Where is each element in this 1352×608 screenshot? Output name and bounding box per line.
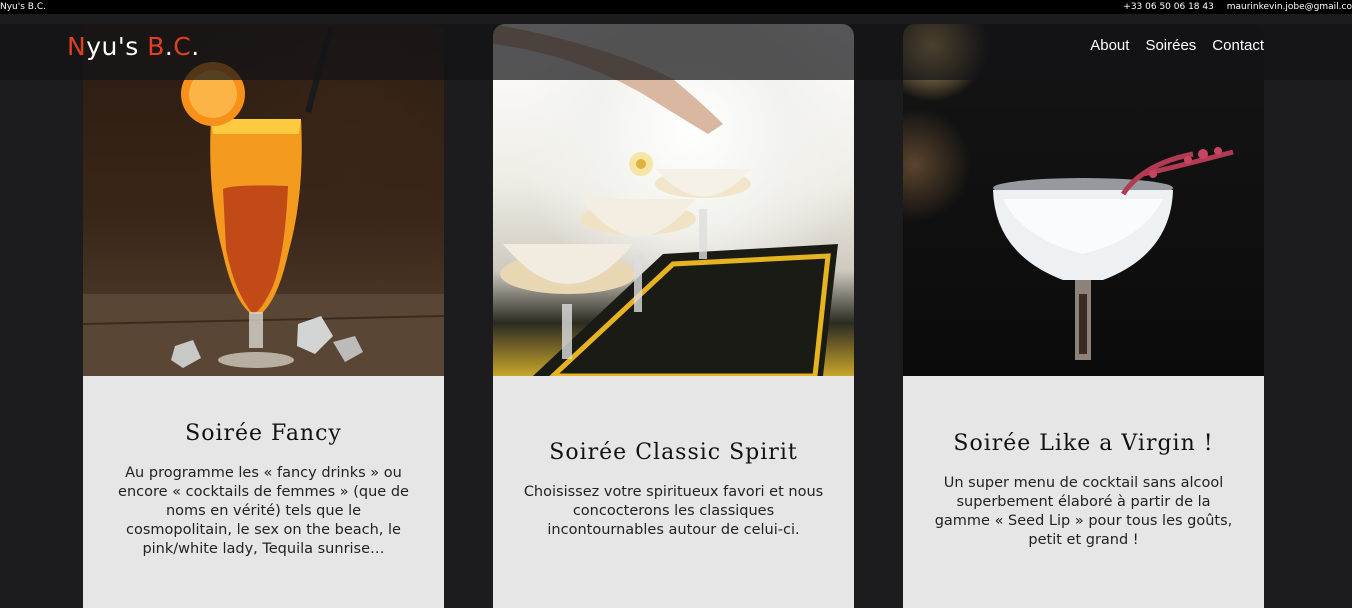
topbar-brand: Nyu's B.C. [0, 2, 46, 12]
card-title: Soirée Like a Virgin ! [953, 430, 1214, 456]
phone-number[interactable]: +33 06 50 06 18 43 [1123, 2, 1214, 12]
top-info-bar: Nyu's B.C. +33 06 50 06 18 43 maurinkevi… [0, 0, 1352, 14]
logo-letter: C [173, 32, 192, 61]
logo-letter: B [147, 32, 165, 61]
main-navbar: Nyu's B.C. About Soirées Contact [0, 24, 1352, 80]
nav-link-contact[interactable]: Contact [1212, 37, 1264, 54]
email-address[interactable]: maurinkevin.jobe@gmail.co [1227, 2, 1352, 12]
nav-link-soirees[interactable]: Soirées [1145, 37, 1196, 54]
logo-letter: N [67, 32, 87, 61]
card-soiree-classic-spirit: Soirée Classic Spirit Choisissez votre s… [493, 24, 854, 608]
topbar-contact: +33 06 50 06 18 43 maurinkevin.jobe@gmai… [1113, 0, 1352, 14]
card-title: Soirée Fancy [185, 421, 342, 446]
logo-letter: yu's [86, 32, 148, 61]
card-text: Un super menu de cocktail sans alcool su… [934, 474, 1233, 548]
card-title: Soirée Classic Spirit [549, 440, 798, 465]
card-body: Soirée Fancy Au programme les « fancy dr… [83, 376, 444, 608]
logo-letter: . [191, 32, 200, 61]
card-soiree-like-a-virgin: Soirée Like a Virgin ! Un super menu de … [903, 24, 1264, 608]
card-text: Choisissez votre spiritueux favori et no… [523, 484, 824, 538]
card-body: Soirée Classic Spirit Choisissez votre s… [493, 376, 854, 608]
nav-menu: About Soirées Contact [1090, 37, 1264, 54]
card-soiree-fancy: Soirée Fancy Au programme les « fancy dr… [83, 24, 444, 608]
site-logo[interactable]: Nyu's B.C. [67, 32, 200, 61]
card-body: Soirée Like a Virgin ! Un super menu de … [903, 376, 1264, 608]
nav-link-about[interactable]: About [1090, 37, 1129, 54]
card-text: Au programme les « fancy drinks » ou enc… [118, 465, 409, 557]
